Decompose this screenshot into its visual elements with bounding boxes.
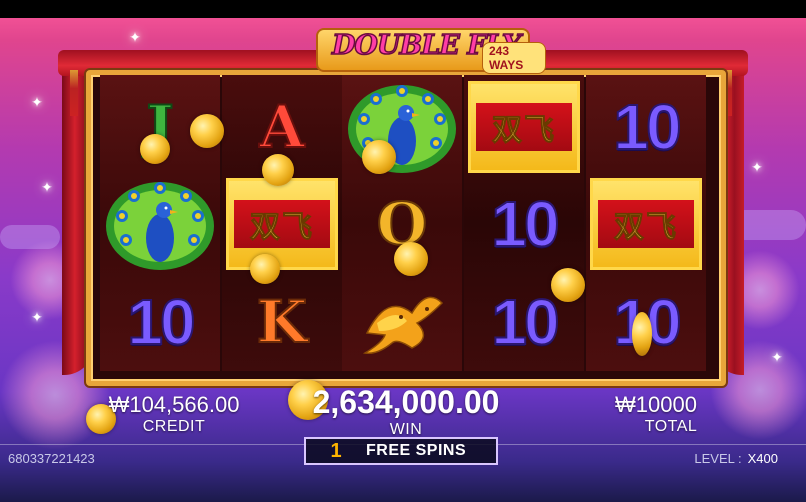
credit-label: CREDIT [142,418,206,435]
top-bar [0,0,806,18]
game-logo: DOUBLE FLY 243 WAYS [296,20,546,74]
total-bet-label: TOTAL [644,418,698,435]
symbol-wild: 双飞 [222,174,342,273]
peacock-icon [106,181,214,270]
ways-badge: 243 WAYS [482,42,546,74]
golden-birds-icon [362,296,444,354]
wild-tile: 双飞 [226,177,338,270]
sparkle-icon: ✦ [31,94,43,110]
free-spins-counter: 1 FREE SPINS [304,437,498,465]
wild-tile: 双飞 [590,177,702,270]
symbol-peacock [100,174,220,273]
sparkle-icon: ✦ [771,349,783,365]
cloud-decoration [0,225,60,249]
level-indicator: LEVEL : X400 [694,451,778,466]
reel-2: A 双飞 K [222,75,342,371]
symbol-ten: 10 [126,285,196,359]
credit-display: ₩104,566.00 CREDIT [104,392,244,436]
sparkle-icon: ✦ [751,159,763,175]
reel-3: Q [342,75,462,371]
coin-icon [551,268,585,302]
coin-icon [362,140,396,174]
symbol-ten: 10 [490,187,560,261]
sparkle-icon: ✦ [31,309,43,325]
sparkle-icon: ✦ [41,179,53,195]
coin-icon [140,134,170,164]
coin-icon [190,114,224,148]
symbol-wild: 双飞 [586,174,706,273]
game-stage: ✦ ✦ ✦ ✦ ✦ ✦ ✦ J [0,0,806,502]
symbol-ten: 10 [612,90,682,164]
coin-icon [262,154,294,186]
free-spins-count: 1 [330,439,342,462]
tassel-left [70,70,78,116]
symbol-k: K [256,287,308,356]
coin-icon [394,242,428,276]
coin-icon [632,312,652,356]
wild-label: 双飞 [250,209,314,245]
total-bet-display[interactable]: ₩10000 TOTAL [600,392,712,436]
wild-label: 双飞 [492,112,556,148]
level-label: LEVEL : [694,451,742,466]
win-display: 2,634,000.00 WIN [300,384,512,439]
total-bet-value: ₩10000 [615,392,697,417]
win-value: 2,634,000.00 [312,384,500,420]
wild-tile: 双飞 [468,80,580,173]
coin-icon [250,254,280,284]
level-value: X400 [747,451,778,466]
symbol-peacock [342,77,462,176]
wild-label: 双飞 [614,209,678,245]
player-id: 680337221423 [8,451,95,466]
reel-4: 双飞 10 10 [464,75,584,371]
sparkle-icon: ✦ [129,29,141,45]
symbol-birds [342,272,462,371]
free-spins-label: FREE SPINS [366,442,467,459]
symbol-wild: 双飞 [464,77,584,176]
credit-value: ₩104,566.00 [108,392,240,417]
